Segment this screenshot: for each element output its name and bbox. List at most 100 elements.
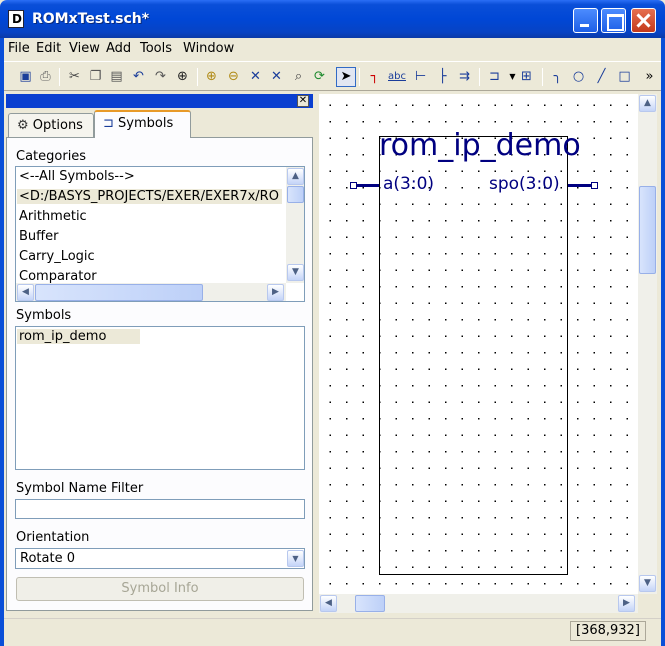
select-icon[interactable]: ➤ <box>336 67 356 87</box>
canvas-hscrollbar[interactable]: ◀ ▶ <box>319 594 638 613</box>
symbols-label: Symbols <box>16 308 72 323</box>
pin-connector-a[interactable] <box>350 182 357 189</box>
scroll-up-icon[interactable]: ▲ <box>287 168 304 185</box>
app-icon[interactable] <box>8 10 24 28</box>
categories-vscrollbar[interactable]: ▲ ▼ <box>286 167 304 283</box>
tab-label: Options <box>32 118 83 133</box>
toolbar-separator <box>197 68 198 86</box>
close-button[interactable] <box>631 8 656 33</box>
schematic-canvas[interactable]: rom_ip_demo a(3:0) spo(3:0) <box>319 94 638 594</box>
add-line-icon[interactable]: ╱ <box>593 68 610 85</box>
tab-symbols[interactable]: ⊐ Symbols <box>94 110 191 138</box>
orientation-value: Rotate 0 <box>20 551 75 566</box>
orientation-label: Orientation <box>16 530 90 545</box>
minimize-button[interactable] <box>573 8 598 33</box>
refresh-icon[interactable]: ⟳ <box>311 68 328 85</box>
scroll-right-icon[interactable]: ▶ <box>618 595 635 612</box>
categories-hscrollbar[interactable]: ◀ ▶ <box>16 283 286 301</box>
zoom-fit-icon[interactable]: ✕ <box>247 68 264 85</box>
symbols-icon: ⊐ <box>103 116 114 131</box>
add-bus-tap-icon[interactable]: ⊢ <box>412 68 429 85</box>
menu-bar: File Edit View Add Tools Window <box>4 38 661 60</box>
add-rectangle-icon[interactable]: □ <box>616 68 633 85</box>
menu-view[interactable]: View <box>69 41 100 56</box>
scroll-right-icon[interactable]: ▶ <box>267 284 284 301</box>
add-wire-icon[interactable]: ┐ <box>366 68 383 85</box>
menu-window[interactable]: Window <box>183 41 234 56</box>
add-bus-entry-icon[interactable]: ├ <box>434 68 451 85</box>
options-icon: ⚙ <box>17 118 29 133</box>
panel-header <box>6 94 313 108</box>
list-item-selected[interactable]: <D:/BASYS_PROJECTS/EXER/EXER7x/RO <box>17 189 282 204</box>
scroll-thumb[interactable] <box>287 186 304 203</box>
redo-icon[interactable]: ↷ <box>152 68 169 85</box>
list-item[interactable]: Buffer <box>19 229 58 244</box>
panel-close-icon[interactable]: ✕ <box>297 95 309 107</box>
print-icon[interactable]: ⎙ <box>37 68 54 85</box>
scroll-down-icon[interactable]: ▼ <box>287 264 304 281</box>
window-frame-left <box>0 38 4 646</box>
pin-line-a <box>357 184 379 187</box>
list-item[interactable]: Arithmetic <box>19 209 87 224</box>
symbols-panel: Categories <--All Symbols--> <D:/BASYS_P… <box>6 137 313 611</box>
scroll-left-icon[interactable]: ◀ <box>320 595 337 612</box>
window-title: ROMxTest.sch* <box>32 11 150 27</box>
list-item[interactable]: Carry_Logic <box>19 249 95 264</box>
categories-label: Categories <box>16 149 87 164</box>
orientation-select[interactable]: Rotate 0 ▼ <box>15 548 305 569</box>
symbol-name: rom_ip_demo <box>379 128 581 163</box>
undo-icon[interactable]: ↶ <box>130 68 147 85</box>
toolbar-separator <box>479 68 480 86</box>
symbol-body[interactable] <box>379 136 568 575</box>
add-symbol-icon[interactable]: ⊐ <box>486 68 503 85</box>
pin-label-spo: spo(3:0) <box>489 174 560 194</box>
cut-icon[interactable]: ✂ <box>66 68 83 85</box>
list-item[interactable]: <--All Symbols--> <box>19 169 135 184</box>
zoom-area-icon[interactable]: ⌕ <box>290 68 307 85</box>
scroll-up-icon[interactable]: ▲ <box>639 95 656 112</box>
symbols-list[interactable]: rom_ip_demo <box>15 326 305 470</box>
toolbar-separator <box>542 68 543 86</box>
pin-connector-spo[interactable] <box>591 182 598 189</box>
add-net-name-icon[interactable]: abc <box>388 68 406 85</box>
menu-edit[interactable]: Edit <box>36 41 61 56</box>
canvas-vscrollbar[interactable]: ▲ ▼ <box>638 94 657 594</box>
list-item[interactable]: Comparator <box>19 269 97 283</box>
symbol-name-filter-label: Symbol Name Filter <box>16 481 144 496</box>
pin-line-spo <box>568 184 592 187</box>
copy-icon[interactable]: ❐ <box>87 68 104 85</box>
menu-file[interactable]: File <box>8 41 30 56</box>
scroll-thumb[interactable] <box>639 186 656 274</box>
symbol-name-filter-input[interactable] <box>15 499 305 519</box>
list-item-selected[interactable]: rom_ip_demo <box>17 329 140 344</box>
menu-tools[interactable]: Tools <box>140 41 172 56</box>
title-bar[interactable]: ROMxTest.sch* <box>0 0 665 38</box>
scroll-down-icon[interactable]: ▼ <box>639 575 656 592</box>
more-icon[interactable]: » <box>641 68 658 85</box>
categories-list[interactable]: <--All Symbols--> <D:/BASYS_PROJECTS/EXE… <box>15 166 305 302</box>
add-instance-icon[interactable]: ⊞ <box>518 68 535 85</box>
scroll-thumb[interactable] <box>355 595 385 612</box>
toolbar-separator <box>59 68 60 86</box>
tab-label: Symbols <box>118 116 174 131</box>
scroll-thumb[interactable] <box>35 284 203 301</box>
add-circle-icon[interactable]: ○ <box>570 68 587 85</box>
toolbar-separator <box>359 68 360 86</box>
find-icon[interactable]: ⊕ <box>174 68 191 85</box>
save-icon[interactable]: ▣ <box>17 68 34 85</box>
menu-add[interactable]: Add <box>106 41 131 56</box>
status-bar: [368,932] <box>4 618 661 642</box>
tab-options[interactable]: ⚙ Options <box>8 113 94 138</box>
paste-icon[interactable]: ▤ <box>108 68 125 85</box>
scroll-left-icon[interactable]: ◀ <box>17 284 34 301</box>
chevron-down-icon[interactable]: ▼ <box>287 550 304 567</box>
toolbar: ▣ ⎙ ✂ ❐ ▤ ↶ ↷ ⊕ ⊕ ⊖ ✕ ✕ ⌕ ⟳ ➤ ┐ abc ⊢ ├ … <box>4 61 661 91</box>
zoom-in-icon[interactable]: ⊕ <box>203 68 220 85</box>
zoom-out-icon[interactable]: ⊖ <box>225 68 242 85</box>
maximize-button[interactable] <box>601 8 626 33</box>
add-io-marker-icon[interactable]: ⇉ <box>456 68 473 85</box>
window-frame-right <box>661 38 665 646</box>
zoom-selection-icon[interactable]: ✕ <box>268 68 285 85</box>
symbol-info-button[interactable]: Symbol Info <box>16 577 304 601</box>
add-arc-icon[interactable]: ╮ <box>549 68 566 85</box>
